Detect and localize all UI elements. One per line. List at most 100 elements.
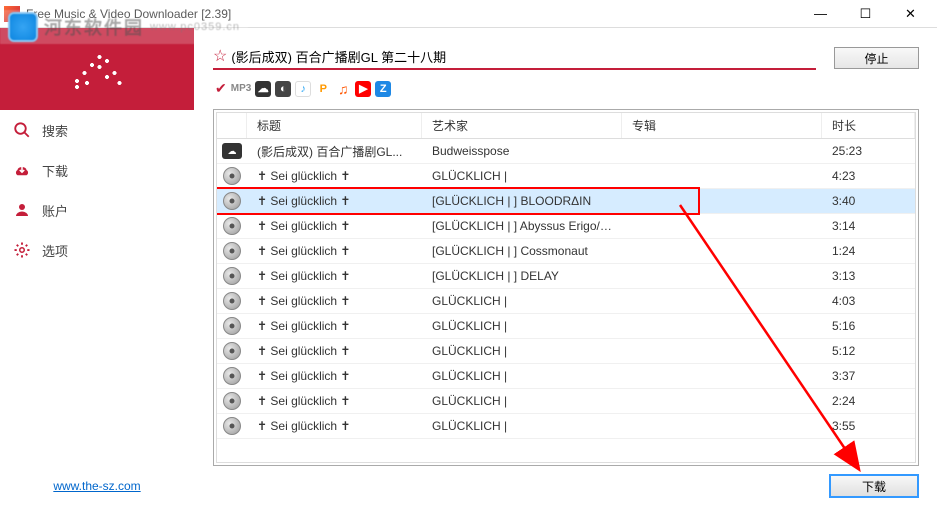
result-row[interactable]: ✝ Sei glücklich ✝[GLÜCKLICH | ] Cossmona… bbox=[217, 239, 915, 264]
col-icon[interactable] bbox=[217, 113, 247, 138]
source-soundcloud-icon[interactable]: ☁ bbox=[255, 81, 271, 97]
source-p-icon[interactable]: P bbox=[315, 81, 331, 97]
row-duration: 25:23 bbox=[822, 144, 915, 158]
cloud-row-icon: ☁ bbox=[222, 143, 242, 159]
search-field[interactable]: ☆ bbox=[213, 46, 816, 70]
col-album[interactable]: 专辑 bbox=[622, 113, 822, 138]
download-button[interactable]: 下载 bbox=[829, 474, 919, 498]
row-duration: 4:23 bbox=[822, 169, 915, 183]
row-artist: Budweisspose bbox=[422, 144, 622, 158]
row-title: ✝ Sei glücklich ✝ bbox=[247, 219, 422, 233]
row-artist: GLÜCKLICH | bbox=[422, 169, 622, 183]
row-duration: 3:14 bbox=[822, 219, 915, 233]
row-artist: GLÜCKLICH | bbox=[422, 344, 622, 358]
minimize-button[interactable]: — bbox=[798, 0, 843, 28]
homepage-link[interactable]: www.the-sz.com bbox=[53, 479, 140, 493]
nav-label: 选项 bbox=[42, 241, 68, 260]
result-row[interactable]: ✝ Sei glücklich ✝[GLÜCKLICH | ] BLOODRΔI… bbox=[217, 189, 915, 214]
row-duration: 4:03 bbox=[822, 294, 915, 308]
close-button[interactable]: ✕ bbox=[888, 0, 933, 28]
row-duration: 3:37 bbox=[822, 369, 915, 383]
nav-label: 账户 bbox=[42, 201, 68, 220]
source-z-icon[interactable]: Z bbox=[375, 81, 391, 97]
content-area: ☆ 停止 ✔ MP3 ☁ ◐ ♪ P ♫ ▶ Z 标题 艺术家 专辑 bbox=[195, 28, 937, 508]
source-youtube-icon[interactable]: ▶ bbox=[355, 81, 371, 97]
source-cloud-icon[interactable]: ◐ bbox=[275, 81, 291, 97]
row-artist: GLÜCKLICH | bbox=[422, 369, 622, 383]
search-icon bbox=[12, 120, 32, 140]
nav-account[interactable]: 账户 bbox=[0, 190, 194, 230]
app-logo bbox=[0, 28, 194, 110]
row-title: (影后成双) 百合广播剧GL... bbox=[247, 143, 422, 160]
row-artist: GLÜCKLICH | bbox=[422, 419, 622, 433]
favorite-star-icon[interactable]: ☆ bbox=[213, 46, 227, 66]
result-row[interactable]: ☁ (影后成双) 百合广播剧GL...Budweisspose 25:23 bbox=[217, 139, 915, 164]
search-row: ☆ 停止 bbox=[213, 46, 919, 70]
disc-row-icon bbox=[223, 217, 241, 235]
disc-row-icon bbox=[223, 192, 241, 210]
source-headphone-icon[interactable]: ♫ bbox=[335, 81, 351, 97]
footer-row: 下载 bbox=[213, 474, 919, 498]
result-row[interactable]: ✝ Sei glücklich ✝GLÜCKLICH |5:16 bbox=[217, 314, 915, 339]
stop-button[interactable]: 停止 bbox=[834, 47, 919, 69]
result-row[interactable]: ✝ Sei glücklich ✝GLÜCKLICH | 4:03 bbox=[217, 289, 915, 314]
result-row[interactable]: ✝ Sei glücklich ✝[GLÜCKLICH | ] DELAY3:1… bbox=[217, 264, 915, 289]
account-icon bbox=[12, 200, 32, 220]
nav-search[interactable]: 搜索 bbox=[0, 110, 194, 150]
window-controls: — ☐ ✕ bbox=[798, 0, 933, 28]
gear-icon bbox=[12, 240, 32, 260]
disc-row-icon bbox=[223, 342, 241, 360]
result-row[interactable]: ✝ Sei glücklich ✝[GLÜCKLICH | ] Abyssus … bbox=[217, 214, 915, 239]
row-artist: [GLÜCKLICH | ] Cossmonaut bbox=[422, 244, 622, 258]
result-row[interactable]: ✝ Sei glücklich ✝GLÜCKLICH |5:12 bbox=[217, 339, 915, 364]
nav-settings[interactable]: 选项 bbox=[0, 230, 194, 270]
row-artist: GLÜCKLICH | bbox=[422, 394, 622, 408]
row-artist: [GLÜCKLICH | ] DELAY bbox=[422, 269, 622, 283]
row-title: ✝ Sei glücklich ✝ bbox=[247, 394, 422, 408]
disc-row-icon bbox=[223, 317, 241, 335]
row-duration: 3:40 bbox=[822, 194, 915, 208]
row-title: ✝ Sei glücklich ✝ bbox=[247, 269, 422, 283]
search-input[interactable] bbox=[231, 49, 816, 64]
source-mp3-label: MP3 bbox=[231, 83, 252, 94]
row-title: ✝ Sei glücklich ✝ bbox=[247, 194, 422, 208]
row-artist: GLÜCKLICH | bbox=[422, 294, 622, 308]
logo-equalizer-icon bbox=[72, 49, 122, 89]
disc-row-icon bbox=[223, 292, 241, 310]
result-row[interactable]: ✝ Sei glücklich ✝GLÜCKLICH | 3:37 bbox=[217, 364, 915, 389]
row-title: ✝ Sei glücklich ✝ bbox=[247, 369, 422, 383]
disc-row-icon bbox=[223, 267, 241, 285]
row-title: ✝ Sei glücklich ✝ bbox=[247, 244, 422, 258]
source-note-icon[interactable]: ♪ bbox=[295, 81, 311, 97]
nav-download[interactable]: 下载 bbox=[0, 150, 194, 190]
row-duration: 5:16 bbox=[822, 319, 915, 333]
result-row[interactable]: ✝ Sei glücklich ✝GLÜCKLICH | 3:55 bbox=[217, 414, 915, 439]
col-title[interactable]: 标题 bbox=[247, 113, 422, 138]
disc-row-icon bbox=[223, 392, 241, 410]
row-duration: 3:55 bbox=[822, 419, 915, 433]
results-panel: 标题 艺术家 专辑 时长 ☁ (影后成双) 百合广播剧GL...Budweissp… bbox=[213, 109, 919, 466]
disc-row-icon bbox=[223, 167, 241, 185]
app-icon bbox=[4, 6, 20, 22]
result-row[interactable]: ✝ Sei glücklich ✝GLÜCKLICH | 4:23 bbox=[217, 164, 915, 189]
list-header: 标题 艺术家 专辑 时长 bbox=[217, 113, 915, 139]
download-icon bbox=[12, 160, 32, 180]
results-list[interactable]: 标题 艺术家 专辑 时长 ☁ (影后成双) 百合广播剧GL...Budweissp… bbox=[216, 112, 916, 463]
nav-label: 搜索 bbox=[42, 121, 68, 140]
col-duration[interactable]: 时长 bbox=[822, 113, 915, 138]
row-title: ✝ Sei glücklich ✝ bbox=[247, 344, 422, 358]
row-title: ✝ Sei glücklich ✝ bbox=[247, 294, 422, 308]
row-artist: [GLÜCKLICH | ] Abyssus Erigo/Sky... bbox=[422, 219, 622, 233]
row-title: ✝ Sei glücklich ✝ bbox=[247, 419, 422, 433]
maximize-button[interactable]: ☐ bbox=[843, 0, 888, 28]
result-row[interactable]: ✝ Sei glücklich ✝GLÜCKLICH | 2:24 bbox=[217, 389, 915, 414]
disc-row-icon bbox=[223, 242, 241, 260]
nav-label: 下载 bbox=[42, 161, 68, 180]
row-title: ✝ Sei glücklich ✝ bbox=[247, 169, 422, 183]
source-check-icon[interactable]: ✔ bbox=[215, 80, 227, 97]
sidebar-footer: www.the-sz.com bbox=[0, 464, 194, 508]
row-duration: 2:24 bbox=[822, 394, 915, 408]
row-duration: 1:24 bbox=[822, 244, 915, 258]
col-artist[interactable]: 艺术家 bbox=[422, 113, 622, 138]
window-title: Free Music & Video Downloader [2.39] bbox=[26, 7, 798, 21]
